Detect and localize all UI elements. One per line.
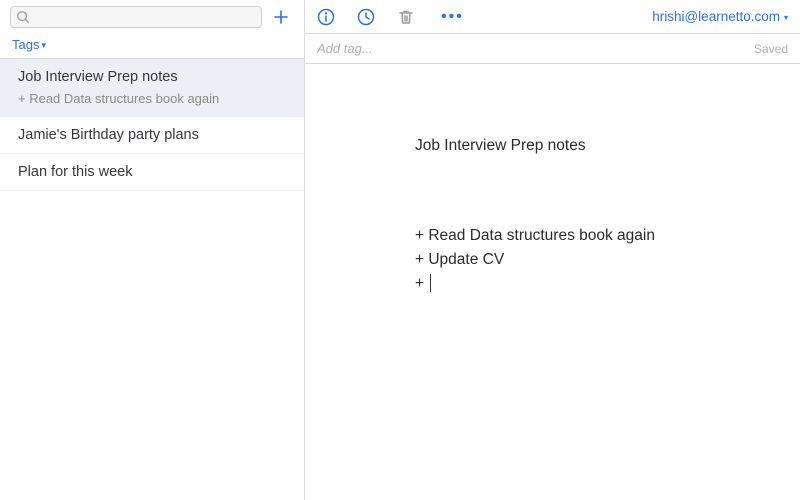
plus-icon [273, 9, 289, 25]
trash-icon [397, 8, 415, 26]
text-cursor [430, 274, 431, 292]
sidebar: Tags▾ Job Interview Prep notes + Read Da… [0, 0, 305, 500]
main-pane: ••• hrishi@learnetto.com ▾ Saved Job Int… [305, 0, 800, 500]
note-line: + Read Data structures book again [415, 227, 655, 244]
account-menu[interactable]: hrishi@learnetto.com ▾ [652, 9, 788, 24]
note-list: Job Interview Prep notes + Read Data str… [0, 59, 304, 500]
note-item[interactable]: Plan for this week [0, 154, 304, 191]
note-item-preview: + Read Data structures book again [18, 91, 286, 106]
search-input[interactable] [10, 6, 262, 28]
toolbar: ••• hrishi@learnetto.com ▾ [305, 0, 800, 34]
tags-dropdown[interactable]: Tags▾ [12, 37, 46, 52]
toolbar-icons: ••• [317, 8, 468, 26]
clock-icon [357, 8, 375, 26]
delete-button[interactable] [397, 8, 415, 26]
save-status: Saved [754, 42, 788, 56]
account-email: hrishi@learnetto.com [652, 9, 780, 24]
search-icon [16, 10, 30, 24]
note-line: + [415, 275, 428, 292]
note-item-title: Jamie's Birthday party plans [18, 127, 286, 143]
caret-down-icon: ▾ [41, 40, 46, 51]
note-line: + Update CV [415, 251, 504, 268]
tag-bar: Saved [305, 34, 800, 64]
note-title-text: Job Interview Prep notes [415, 134, 690, 158]
info-icon [317, 8, 335, 26]
note-item-title: Job Interview Prep notes [18, 69, 286, 85]
caret-down-icon: ▾ [784, 13, 788, 22]
info-button[interactable] [317, 8, 335, 26]
note-item-title: Plan for this week [18, 164, 286, 180]
note-body: + Read Data structures book again + Upda… [415, 224, 690, 296]
search-field-wrap [10, 6, 262, 28]
new-note-button[interactable] [268, 6, 294, 28]
sidebar-topbar [0, 0, 304, 32]
note-item[interactable]: Jamie's Birthday party plans [0, 117, 304, 154]
tag-input[interactable] [317, 41, 754, 56]
note-item[interactable]: Job Interview Prep notes + Read Data str… [0, 59, 304, 117]
note-editor[interactable]: Job Interview Prep notes + Read Data str… [305, 64, 800, 500]
ellipsis-icon: ••• [441, 8, 464, 25]
tags-label: Tags [12, 37, 39, 52]
tags-filter-row: Tags▾ [0, 32, 304, 59]
history-button[interactable] [357, 8, 375, 26]
more-menu-button[interactable]: ••• [437, 8, 468, 26]
